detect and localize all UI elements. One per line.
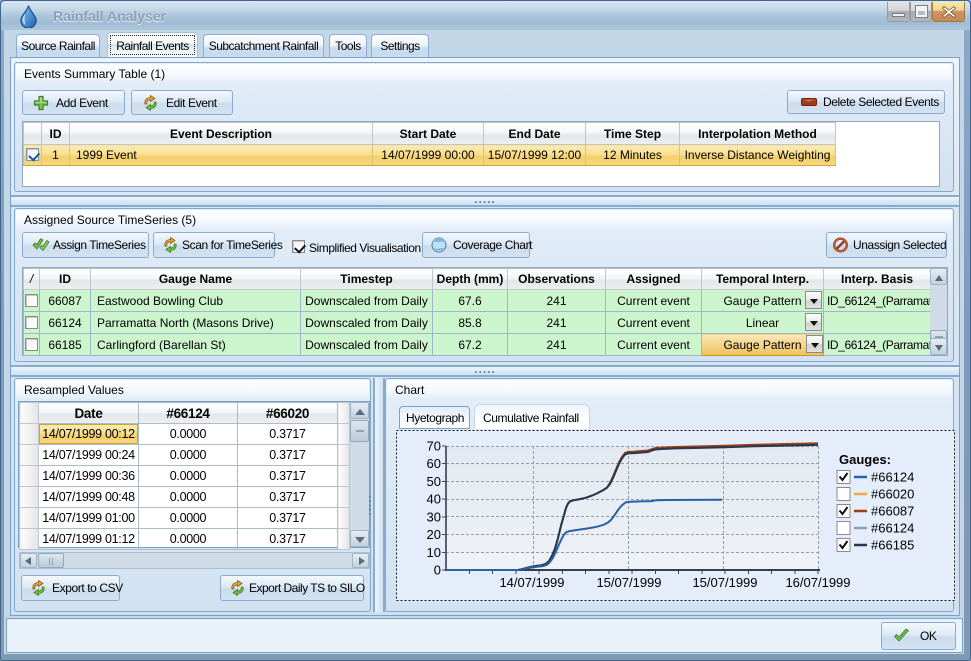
svg-text:Gauges:: Gauges: <box>839 452 891 467</box>
svg-text:10: 10 <box>427 545 441 560</box>
svg-text:60: 60 <box>427 456 441 471</box>
svg-text:40: 40 <box>427 492 441 507</box>
svg-text:20: 20 <box>427 527 441 542</box>
svg-text:15/07/1999: 15/07/1999 <box>596 575 661 590</box>
svg-text:#66124: #66124 <box>871 521 914 536</box>
svg-text:30: 30 <box>427 509 441 524</box>
svg-text:#66020: #66020 <box>871 487 914 502</box>
svg-text:50: 50 <box>427 474 441 489</box>
svg-text:#66087: #66087 <box>871 504 914 519</box>
svg-text:0: 0 <box>434 563 441 578</box>
svg-text:15/07/1999: 15/07/1999 <box>692 575 757 590</box>
svg-text:#66185: #66185 <box>871 538 914 553</box>
svg-text:#66124: #66124 <box>871 470 914 485</box>
svg-text:16/07/1999: 16/07/1999 <box>785 575 850 590</box>
svg-text:14/07/1999: 14/07/1999 <box>499 575 564 590</box>
svg-text:70: 70 <box>427 439 441 454</box>
